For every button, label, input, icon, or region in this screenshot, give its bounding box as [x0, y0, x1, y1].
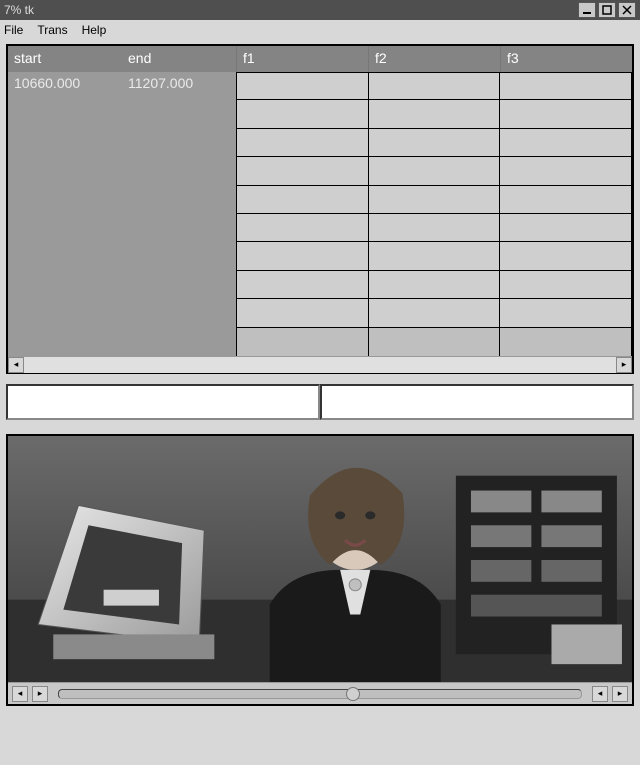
grid-cell[interactable] [236, 186, 369, 214]
text-panels [6, 384, 634, 420]
menu-help[interactable]: Help [82, 23, 107, 37]
grid-cell[interactable] [500, 271, 632, 299]
time-header: start end [8, 46, 236, 72]
grid-cell[interactable] [236, 328, 369, 356]
player-controls: ◂ ▸ ◂ ▸ [8, 682, 632, 704]
grid-cell[interactable] [500, 72, 632, 100]
grid-cell[interactable] [369, 271, 501, 299]
table-row[interactable] [236, 271, 632, 299]
grid-cell[interactable] [236, 271, 369, 299]
menu-trans[interactable]: Trans [37, 23, 67, 37]
step-back-button[interactable]: ◂ [592, 686, 608, 702]
play-button[interactable]: ▸ [32, 686, 48, 702]
window-controls [578, 2, 636, 18]
maximize-button[interactable] [598, 2, 616, 18]
table-row[interactable] [236, 72, 632, 100]
grid-cell[interactable] [236, 299, 369, 327]
grid-cell[interactable] [500, 242, 632, 270]
header-f1[interactable]: f1 [236, 46, 368, 72]
grid-cell[interactable] [236, 72, 369, 100]
feature-columns: f1 f2 f3 [236, 46, 632, 356]
table-row[interactable] [236, 214, 632, 242]
time-columns: start end 10660.000 11207.000 [8, 46, 236, 356]
grid-cell[interactable] [369, 242, 501, 270]
grid-cell[interactable] [500, 100, 632, 128]
scroll-track[interactable] [24, 357, 616, 373]
grid-cell[interactable] [500, 157, 632, 185]
table-row[interactable] [236, 328, 632, 356]
grid-cell[interactable] [369, 214, 501, 242]
grid-cell[interactable] [369, 299, 501, 327]
table-row[interactable] [236, 129, 632, 157]
header-start[interactable]: start [8, 46, 122, 72]
table-row[interactable] [236, 242, 632, 270]
grid-cell[interactable] [369, 72, 501, 100]
scroll-right-button[interactable]: ▸ [616, 357, 632, 373]
feature-header: f1 f2 f3 [236, 46, 632, 72]
prev-button[interactable]: ◂ [12, 686, 28, 702]
grid-cell[interactable] [236, 129, 369, 157]
grid-cell[interactable] [236, 242, 369, 270]
grid-panel: start end 10660.000 11207.000 f1 f2 f3 [6, 44, 634, 374]
grid-cell[interactable] [500, 299, 632, 327]
grid-cell[interactable] [236, 157, 369, 185]
video-panel: ◂ ▸ ◂ ▸ [6, 434, 634, 706]
grid-cell[interactable] [369, 186, 501, 214]
menu-bar: File Trans Help [0, 20, 640, 40]
horizontal-scrollbar[interactable]: ◂ ▸ [8, 356, 632, 372]
table-row[interactable] [236, 100, 632, 128]
close-button[interactable] [618, 2, 636, 18]
grid-cell[interactable] [236, 214, 369, 242]
grid-area: start end 10660.000 11207.000 f1 f2 f3 [8, 46, 632, 356]
cell-start: 10660.000 [8, 72, 122, 96]
grid-cell[interactable] [500, 129, 632, 157]
table-row[interactable] [236, 186, 632, 214]
seek-thumb[interactable] [346, 687, 360, 701]
scroll-left-button[interactable]: ◂ [8, 357, 24, 373]
text-box-right[interactable] [320, 384, 634, 420]
time-row[interactable]: 10660.000 11207.000 [8, 72, 236, 96]
grid-cell[interactable] [500, 214, 632, 242]
grid-cell[interactable] [369, 157, 501, 185]
window-titlebar: 7% tk [0, 0, 640, 20]
text-box-left[interactable] [6, 384, 320, 420]
grid-cell[interactable] [500, 186, 632, 214]
header-f2[interactable]: f2 [368, 46, 500, 72]
menu-file[interactable]: File [4, 23, 23, 37]
grid-cell[interactable] [369, 328, 501, 356]
grid-cell[interactable] [369, 129, 501, 157]
step-fwd-button[interactable]: ▸ [612, 686, 628, 702]
video-frame [8, 436, 632, 682]
seek-track[interactable] [58, 689, 582, 699]
grid-cell[interactable] [500, 328, 632, 356]
grid-cell[interactable] [369, 100, 501, 128]
grid-body [236, 72, 632, 356]
minimize-button[interactable] [578, 2, 596, 18]
table-row[interactable] [236, 157, 632, 185]
table-row[interactable] [236, 299, 632, 327]
header-f3[interactable]: f3 [500, 46, 632, 72]
cell-end: 11207.000 [122, 72, 236, 96]
header-end[interactable]: end [122, 46, 236, 72]
grid-cell[interactable] [236, 100, 369, 128]
window-title: 7% tk [4, 3, 578, 17]
